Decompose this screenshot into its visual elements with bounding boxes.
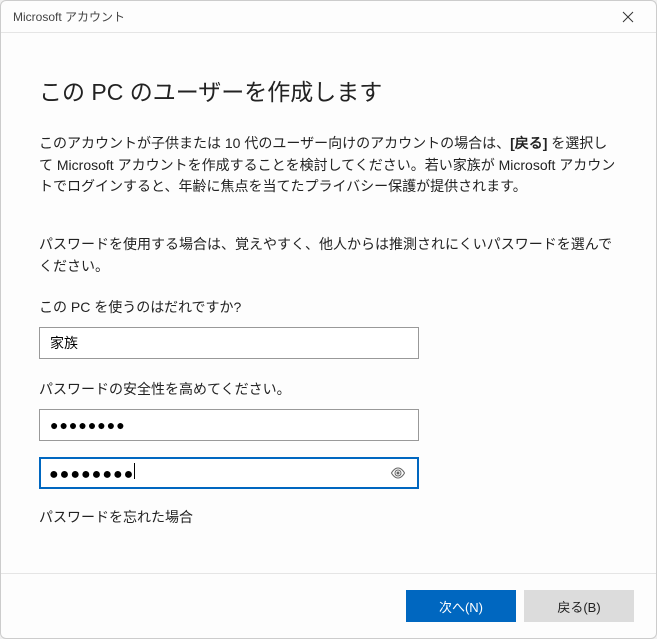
username-input[interactable]: [50, 328, 408, 358]
page-title: この PC のユーザーを作成します: [39, 73, 618, 107]
close-icon: [622, 11, 634, 23]
forgot-password-label: パスワードを忘れた場合: [39, 507, 618, 527]
dialog-window: Microsoft アカウント この PC のユーザーを作成します このアカウン…: [0, 0, 657, 639]
window-title: Microsoft アカウント: [13, 8, 125, 25]
text-caret: [134, 463, 135, 479]
password-confirm-field-wrapper[interactable]: ●●●●●●●●: [39, 457, 419, 489]
username-field-wrapper[interactable]: [39, 327, 419, 359]
next-button[interactable]: 次へ(N): [406, 590, 516, 622]
password-input[interactable]: ●●●●●●●●: [50, 417, 126, 433]
back-button[interactable]: 戻る(B): [524, 590, 634, 622]
password-reveal-button[interactable]: [389, 464, 407, 482]
titlebar: Microsoft アカウント: [1, 1, 656, 33]
intro-text-pre: このアカウントが子供または 10 代のユーザー向けのアカウントの場合は、: [39, 135, 510, 151]
username-label: この PC を使うのはだれですか?: [39, 297, 618, 317]
footer-bar: 次へ(N) 戻る(B): [1, 573, 656, 638]
content-area: この PC のユーザーを作成します このアカウントが子供または 10 代のユーザ…: [1, 33, 656, 573]
intro-text-bold: [戻る]: [510, 135, 547, 151]
close-button[interactable]: [608, 2, 648, 32]
password-field-wrapper[interactable]: ●●●●●●●●: [39, 409, 419, 441]
intro-paragraph-2: パスワードを使用する場合は、覚えやすく、他人からは推測されにくいパスワードを選ん…: [39, 234, 618, 277]
password-confirm-input[interactable]: ●●●●●●●●: [49, 463, 135, 484]
password-label: パスワードの安全性を高めてください。: [39, 379, 618, 399]
eye-icon: [390, 465, 406, 481]
intro-paragraph-1: このアカウントが子供または 10 代のユーザー向けのアカウントの場合は、[戻る]…: [39, 133, 618, 198]
